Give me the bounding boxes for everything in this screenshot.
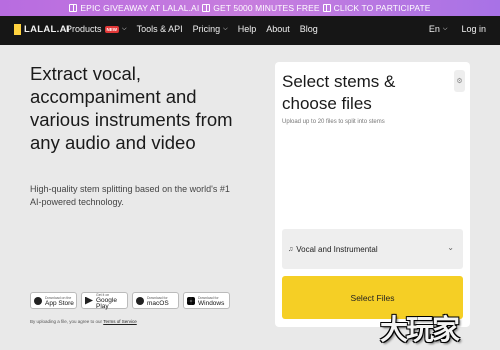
chevron-down-icon: ⌵ <box>223 25 228 32</box>
windows-icon <box>187 296 195 305</box>
macos-download-button[interactable]: Download for macOS <box>132 292 179 309</box>
terms-of-service-link[interactable]: Terms of Service <box>103 319 137 324</box>
promo-text-2: GET 5000 MINUTES FREE <box>213 3 320 13</box>
app-store-badges: Download on the App Store Get it on Goog… <box>30 292 230 309</box>
windows-download-button[interactable]: Download for Windows <box>183 292 230 309</box>
language-selector[interactable]: En ⌵ <box>429 24 448 34</box>
nav-item-label: Help <box>237 24 257 34</box>
macos-icon <box>136 296 144 305</box>
gift-icon <box>202 4 211 12</box>
upload-panel: Select stems & choose files ⚙ Upload up … <box>275 62 470 327</box>
stem-type-select[interactable]: ♫ Vocal and Instrumental ⌄ <box>282 229 463 269</box>
login-label: Log in <box>461 24 486 34</box>
promo-banner[interactable]: EPIC GIVEAWAY AT LALAL.AI GET 5000 MINUT… <box>0 0 500 16</box>
logo-text: LALAL.AI <box>24 24 70 35</box>
nav-item-label: Pricing <box>192 24 221 34</box>
store-name: Windows <box>198 299 225 307</box>
new-badge: NEW <box>104 25 120 33</box>
nav-item-blog[interactable]: Blog <box>300 24 318 34</box>
gift-icon <box>69 4 78 12</box>
google-play-button[interactable]: Get it on Google Play <box>81 292 128 309</box>
nav-item-about[interactable]: About <box>266 24 290 34</box>
watermark-logo: 大玩家 <box>380 313 460 346</box>
chevron-down-icon: ⌵ <box>442 25 448 32</box>
logo[interactable]: LALAL.AI <box>14 24 70 35</box>
top-navigation: LALAL.AI Products NEW ⌵ Tools & API Pric… <box>0 16 500 45</box>
nav-item-label: About <box>266 24 290 34</box>
store-name: Google Play <box>96 296 117 310</box>
store-name: App Store <box>45 299 74 307</box>
app-store-button[interactable]: Download on the App Store <box>30 292 77 309</box>
google-play-icon <box>85 296 93 305</box>
promo-text-3: CLICK TO PARTICIPATE <box>333 3 431 13</box>
stem-type-value: Vocal and Instrumental <box>296 244 378 254</box>
store-name: macOS <box>147 299 169 307</box>
nav-item-products[interactable]: Products NEW ⌵ <box>66 24 127 34</box>
nav-item-label: Tools & API <box>136 24 183 34</box>
nav-right: En ⌵ Log in <box>429 24 486 34</box>
login-link[interactable]: Log in <box>461 24 486 34</box>
nav-item-help[interactable]: Help <box>238 24 257 34</box>
hero-subtitle: High-quality stem splitting based on the… <box>30 184 230 207</box>
panel-title: Select stems & choose files <box>282 72 396 113</box>
chevron-down-icon: ⌵ <box>122 25 127 32</box>
store-text: Get it on Google Play <box>96 292 127 310</box>
nav-item-label: Blog <box>299 24 318 34</box>
language-label: En <box>428 24 440 34</box>
apple-icon <box>34 296 42 305</box>
settings-icon[interactable]: ⚙ <box>454 70 465 92</box>
nav-item-tools-api[interactable]: Tools & API <box>137 24 183 34</box>
store-text: Download for macOS <box>147 295 169 307</box>
promo-text-1: EPIC GIVEAWAY AT LALAL.AI <box>80 3 200 13</box>
nav-item-label: Products <box>66 24 102 34</box>
store-text: Download on the App Store <box>45 295 74 307</box>
music-note-icon: ♫ <box>288 245 294 253</box>
store-text: Download for Windows <box>198 295 224 307</box>
nav-item-pricing[interactable]: Pricing ⌵ <box>193 24 228 34</box>
panel-subtitle: Upload up to 20 files to split into stem… <box>282 119 385 125</box>
gift-icon <box>322 4 331 12</box>
terms-prefix: By uploading a file, you agree to our <box>30 319 103 324</box>
logo-mark-icon <box>14 24 21 35</box>
nav-menu: Products NEW ⌵ Tools & API Pricing ⌵ Hel… <box>66 24 318 34</box>
terms-notice: By uploading a file, you agree to our Te… <box>30 319 137 324</box>
chevron-down-icon: ⌄ <box>447 243 454 252</box>
hero-title: Extract vocal, accompaniment and various… <box>30 63 233 153</box>
